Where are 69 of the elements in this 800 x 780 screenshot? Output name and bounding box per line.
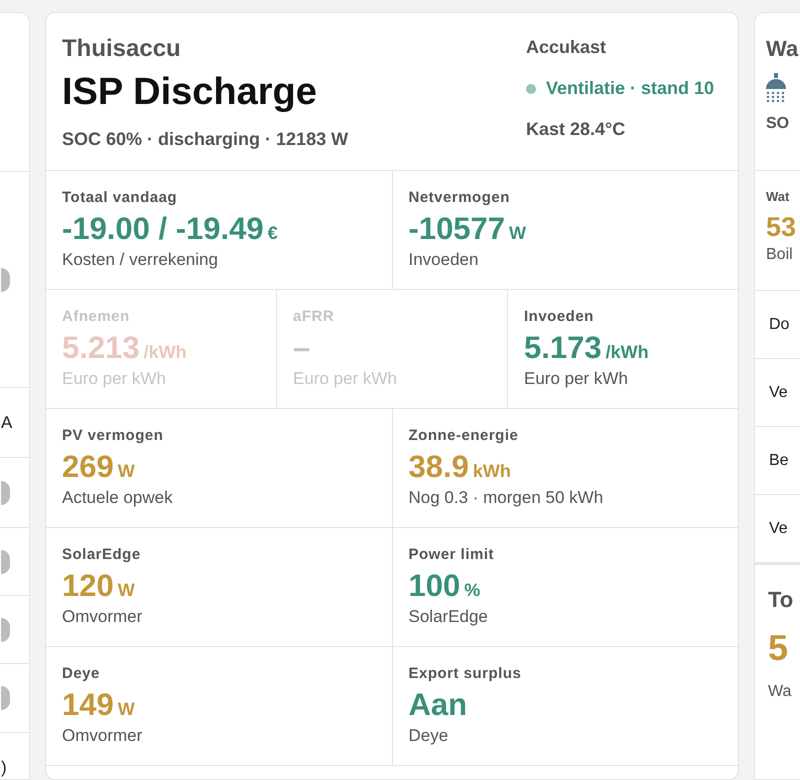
ventilation-status: Ventilatie · stand 10 [546,78,714,99]
metric-unit: W [509,223,526,244]
metric-value: 38.9 [408,448,469,486]
section-title: To [768,587,794,613]
row-text: A [1,412,12,432]
metric-label: Export surplus [408,665,522,682]
metric-caption: Omvormer [62,607,144,627]
metric-caption: Omvormer [62,726,144,746]
status-text: SO [766,115,790,133]
metric-label: Afnemen [62,308,131,325]
metric-caption: Euro per kWh [524,369,629,389]
metric-value: 5.213 [62,329,140,367]
metric-label: Totaal vandaag [62,189,178,206]
shower-icon [766,73,786,103]
metric-label: Invoeden [524,308,595,325]
toggle-knob[interactable] [1,550,10,574]
metric-value: 120 [62,567,114,605]
toggle-knob[interactable] [1,268,10,292]
metric-label: aFRR [293,308,336,325]
metric-caption: Deye [408,726,450,746]
metric-unit: % [464,580,480,601]
metric-value: 269 [62,448,114,486]
metric-value: 53 [766,211,796,244]
metric-value: 5.173 [524,329,602,367]
metric-value: Aan [408,686,468,724]
metric-caption: Actuele opwek [62,488,174,508]
card-title: ISP Discharge [62,70,318,115]
metric-unit: W [118,699,135,720]
metric-label: PV vermogen [62,427,164,444]
metric-caption: Euro per kWh [293,369,398,389]
toggle-knob[interactable] [1,686,10,710]
metric-label: Power limit [408,546,496,563]
metric-value: -19.00 / -19.49 [62,210,264,248]
row-text: Ve [769,520,788,538]
card-title: Wa [766,35,798,63]
section-caption: Wa [768,683,792,701]
metric-unit: W [118,461,135,482]
row-text: ) [1,758,7,778]
metric-label: Deye [62,665,101,682]
metric-unit: kWh [472,461,511,482]
metric-value: 149 [62,686,114,724]
metric-caption: Euro per kWh [62,369,167,389]
temperature-reading: Kast 28.4°C [526,119,626,140]
metric-caption: Invoeden [408,250,480,270]
metric-value: – [293,329,310,367]
metric-label: SolarEdge [62,546,142,563]
aside-title: Accukast [526,37,608,58]
metric-caption: Nog 0.3 · morgen 50 kWh [408,488,604,508]
metric-value: -10577 [408,210,506,248]
row-text: Ve [769,384,788,402]
status-dot [526,84,536,94]
card-subtitle: Thuisaccu [62,35,182,63]
metric-value: 100 [408,567,460,605]
toggle-knob[interactable] [1,618,10,642]
metric-unit: € [268,223,278,244]
toggle-knob[interactable] [1,480,10,504]
metric-caption: Boil [766,246,793,264]
metric-label: Wat [766,189,790,204]
metric-unit: /kWh [606,342,649,363]
section-value: 5 [768,627,788,669]
metric-unit: /kWh [144,342,187,363]
metric-unit: W [118,580,135,601]
metric-label: Zonne-energie [408,427,520,444]
row-text: Be [769,452,789,470]
status-text: SOC 60% · discharging · 12183 W [62,129,348,150]
row-text: Do [769,316,790,334]
metric-label: Netvermogen [408,189,511,206]
metric-caption: Kosten / verrekening [62,250,219,270]
metric-caption: SolarEdge [408,607,489,627]
